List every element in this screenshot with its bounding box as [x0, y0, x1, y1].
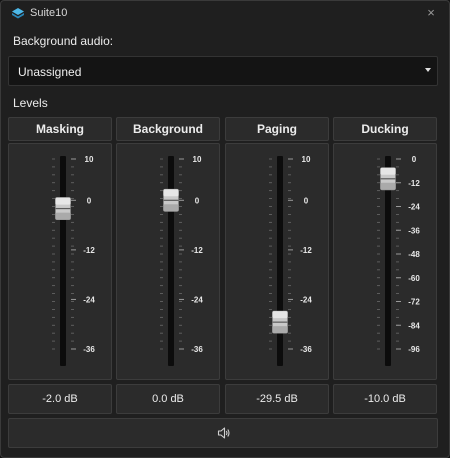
background-audio-dropdown[interactable]: Unassigned	[8, 56, 438, 86]
title-bar: Suite10 ×	[1, 1, 449, 27]
channel-header-ducking: Ducking	[333, 117, 437, 141]
scale-label: -72	[408, 298, 420, 307]
channel-level-background[interactable]: 0.0 dB	[116, 384, 220, 414]
scale-label: -48	[408, 250, 420, 259]
levels-label: Levels	[13, 96, 48, 110]
background-audio-label: Background audio:	[13, 34, 114, 48]
scale-label: -12	[83, 246, 95, 255]
speaker-button[interactable]	[8, 418, 438, 448]
channel-header-background: Background	[116, 117, 220, 141]
chevron-down-icon	[425, 68, 431, 72]
fader-thumb[interactable]	[380, 167, 396, 191]
channel-panel-background: 10 0 -12 -24 -36	[116, 143, 220, 380]
scale-label: -12	[300, 246, 312, 255]
channel-level-masking[interactable]: -2.0 dB	[8, 384, 112, 414]
channel-header-paging: Paging	[225, 117, 329, 141]
fader-track	[277, 156, 283, 366]
fader-track	[60, 156, 66, 366]
scale-label: -36	[83, 345, 95, 354]
scale-label: -24	[408, 203, 420, 212]
scale-label: -60	[408, 274, 420, 283]
scale-label: 0	[412, 155, 417, 164]
scale-label: -96	[408, 345, 420, 354]
scale-label: -24	[191, 295, 203, 304]
window: Suite10 × Background audio: Unassigned L…	[0, 0, 450, 458]
fader-background[interactable]: 10 0 -12 -24 -36	[117, 144, 221, 381]
scale-label: 0	[304, 196, 309, 205]
scale-label: -12	[408, 179, 420, 188]
channel-level-ducking[interactable]: -10.0 dB	[333, 384, 437, 414]
close-button[interactable]: ×	[423, 5, 439, 21]
channel-panel-masking: 10 0 -12 -24 -36	[8, 143, 112, 380]
suite-logo-icon	[12, 8, 24, 19]
scale-label: -12	[191, 246, 203, 255]
scale-label: -36	[300, 345, 312, 354]
fader-thumb[interactable]	[272, 310, 288, 334]
fader-paging[interactable]: 10 0 -12 -24 -36	[226, 144, 330, 381]
scale-label: 10	[193, 155, 202, 164]
scale-label: -24	[300, 295, 312, 304]
channel-level-paging[interactable]: -29.5 dB	[225, 384, 329, 414]
channel-panel-ducking: 0 -12 -24 -36 -48 -60 -72 -84 -96	[333, 143, 437, 380]
fader-thumb[interactable]	[163, 188, 179, 212]
channel-header-masking: Masking	[8, 117, 112, 141]
speaker-icon	[217, 427, 230, 439]
fader-ducking[interactable]: 0 -12 -24 -36 -48 -60 -72 -84 -96	[334, 144, 438, 381]
background-audio-selected: Unassigned	[18, 65, 82, 79]
fader-track	[168, 156, 174, 366]
window-title: Suite10	[30, 7, 68, 19]
scale-label: 10	[85, 155, 94, 164]
channel-panel-paging: 10 0 -12 -24 -36	[225, 143, 329, 380]
scale-label: 0	[87, 196, 92, 205]
scale-label: 0	[195, 196, 200, 205]
scale-label: -24	[83, 295, 95, 304]
scale-label: -84	[408, 321, 420, 330]
scale-label: 10	[302, 155, 311, 164]
scale-label: -36	[191, 345, 203, 354]
fader-thumb[interactable]	[55, 197, 71, 220]
scale-label: -36	[408, 226, 420, 235]
fader-masking[interactable]: 10 0 -12 -24 -36	[9, 144, 113, 381]
